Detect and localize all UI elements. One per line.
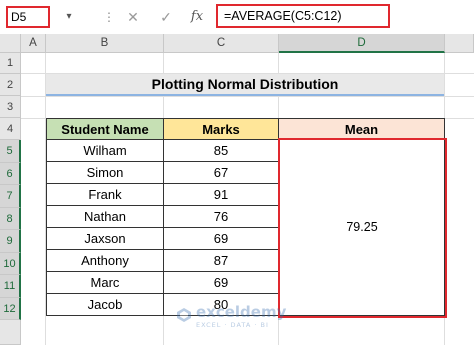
marks-cell[interactable]: 69 [163,227,279,250]
drag-handle-icon[interactable]: ⋮ [103,8,115,26]
row-header[interactable]: 3 [0,96,21,118]
row-header[interactable]: 4 [0,118,21,140]
student-name-cell[interactable]: Wilham [46,139,164,162]
active-cell-highlight [278,138,447,318]
row-header[interactable]: 2 [0,74,21,96]
student-name-cell[interactable]: Jaxson [46,227,164,250]
formula-bar: D5 ▾ ⋮ ✕ ✓ fx =AVERAGE(C5:C12) [0,0,474,32]
column-header-b[interactable]: B [46,34,164,53]
row-header[interactable]: 7 [0,185,21,208]
gridline [21,96,474,97]
watermark-name: exceldemy [196,303,287,321]
marks-cell[interactable]: 67 [163,161,279,184]
exceldemy-logo-icon [177,308,191,322]
student-name-cell[interactable]: Marc [46,271,164,294]
name-box[interactable]: D5 [6,6,50,28]
confirm-icon[interactable]: ✓ [155,6,177,28]
row-header[interactable]: 12 [0,298,21,320]
marks-cell[interactable]: 85 [163,139,279,162]
header-mean[interactable]: Mean [278,118,445,140]
sheet-title[interactable]: Plotting Normal Distribution [46,74,444,96]
row-header[interactable]: 6 [0,163,21,185]
row-header[interactable]: 1 [0,53,21,74]
column-header-c[interactable]: C [164,34,279,53]
marks-cell[interactable]: 69 [163,271,279,294]
student-name-cell[interactable]: Jacob [46,293,164,316]
student-name-cell[interactable]: Simon [46,161,164,184]
column-header-a[interactable]: A [21,34,46,53]
formula-input[interactable]: =AVERAGE(C5:C12) [216,4,390,28]
header-marks[interactable]: Marks [163,118,279,140]
watermark-tagline: EXCEL · DATA · BI [196,321,269,329]
student-name-cell[interactable]: Frank [46,183,164,206]
row-header[interactable]: 5 [0,140,21,163]
row-header[interactable]: 9 [0,230,21,253]
name-box-dropdown-icon[interactable]: ▾ [58,6,80,28]
column-header-e[interactable] [445,34,474,53]
row-header[interactable]: 10 [0,253,21,275]
select-all-corner[interactable] [0,34,21,53]
row-header[interactable]: 11 [0,275,21,298]
watermark: exceldemy EXCEL · DATA · BI [176,303,316,333]
header-student-name[interactable]: Student Name [46,118,164,140]
student-name-cell[interactable]: Nathan [46,205,164,228]
row-header[interactable] [0,320,21,345]
row-header[interactable]: 8 [0,208,21,230]
marks-cell[interactable]: 87 [163,249,279,272]
marks-cell[interactable]: 76 [163,205,279,228]
marks-cell[interactable]: 91 [163,183,279,206]
student-name-cell[interactable]: Anthony [46,249,164,272]
insert-function-icon[interactable]: fx [186,6,208,28]
cancel-icon[interactable]: ✕ [122,6,144,28]
column-header-d[interactable]: D [279,34,445,53]
